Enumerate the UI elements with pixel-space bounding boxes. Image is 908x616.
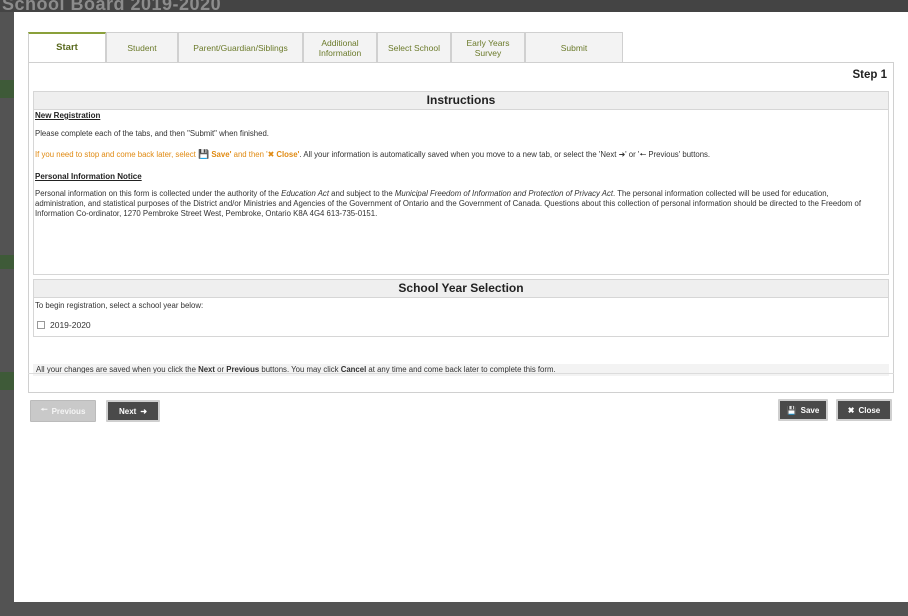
save-line-part3: . All your information is automatically …	[299, 150, 619, 159]
registration-modal: Start Student Parent/Guardian/Siblings A…	[14, 12, 908, 602]
previous-button-label: Previous	[51, 406, 86, 416]
tab-bar: Start Student Parent/Guardian/Siblings A…	[28, 32, 894, 62]
arrow-left-icon: 🠔	[40, 405, 48, 414]
floppy-disk-icon: 💾	[786, 405, 797, 415]
school-year-checkbox[interactable]	[37, 321, 45, 329]
next-button-label: Next	[118, 406, 137, 416]
complete-tabs-text: Please complete each of the tabs, and th…	[35, 129, 269, 138]
school-year-option-label[interactable]: 2019-2020	[50, 320, 91, 330]
previous-button[interactable]: 🠔 Previous	[30, 400, 96, 422]
save-button-label: Save	[800, 405, 820, 415]
education-act-text: Education Act	[281, 189, 329, 198]
close-button[interactable]: ✖ Close	[836, 399, 892, 421]
save-line-part4: ' or '	[625, 150, 640, 159]
tab-start[interactable]: Start	[28, 32, 106, 62]
tab-additional-information[interactable]: Additional Information	[303, 32, 377, 62]
next-button[interactable]: Next ➜	[106, 400, 160, 422]
school-year-prompt: To begin registration, select a school y…	[35, 301, 204, 310]
backdrop-strip	[0, 255, 14, 269]
personal-info-notice: Personal information on this form is col…	[35, 189, 877, 219]
save-line-part5: Previous' buttons.	[646, 150, 711, 159]
floppy-disk-icon: 💾	[197, 149, 210, 159]
tab-student[interactable]: Student	[106, 32, 178, 62]
modal-divider	[28, 373, 894, 374]
save-word: Save'	[211, 150, 232, 159]
mfippa-text: Municipal Freedom of Information and Pro…	[394, 189, 614, 198]
tab-submit[interactable]: Submit	[525, 32, 623, 62]
instructions-section: Instructions	[33, 91, 889, 275]
tab-panel-start: Step 1 Instructions New Registration Ple…	[28, 62, 894, 393]
close-button-label: Close	[858, 405, 881, 415]
close-word: Close'	[276, 150, 300, 159]
notice-text-b: and subject to the	[329, 189, 395, 198]
backdrop-strip	[0, 372, 14, 390]
tab-parent-guardian-siblings[interactable]: Parent/Guardian/Siblings	[178, 32, 303, 62]
close-x-icon: ✖	[267, 150, 275, 159]
instructions-title: Instructions	[34, 92, 888, 110]
step-indicator: Step 1	[852, 69, 887, 81]
save-line-part1: If you need to stop and come back later,…	[35, 150, 198, 159]
new-registration-heading: New Registration	[35, 111, 101, 120]
arrow-right-icon: ➜	[140, 406, 148, 416]
personal-info-heading: Personal Information Notice	[35, 172, 142, 181]
save-button[interactable]: 💾 Save	[778, 399, 828, 421]
close-icon: ✖	[847, 405, 855, 415]
notice-text-a: Personal information on this form is col…	[35, 189, 282, 198]
tab-select-school[interactable]: Select School	[377, 32, 451, 62]
backdrop-strip	[0, 80, 14, 98]
tab-early-years-survey[interactable]: Early Years Survey	[451, 32, 525, 62]
save-info-note: All your changes are saved when you clic…	[33, 364, 889, 376]
school-year-title: School Year Selection	[34, 280, 888, 298]
save-line-part2: and then '	[231, 150, 268, 159]
save-instructions-text: If you need to stop and come back later,…	[35, 149, 710, 160]
